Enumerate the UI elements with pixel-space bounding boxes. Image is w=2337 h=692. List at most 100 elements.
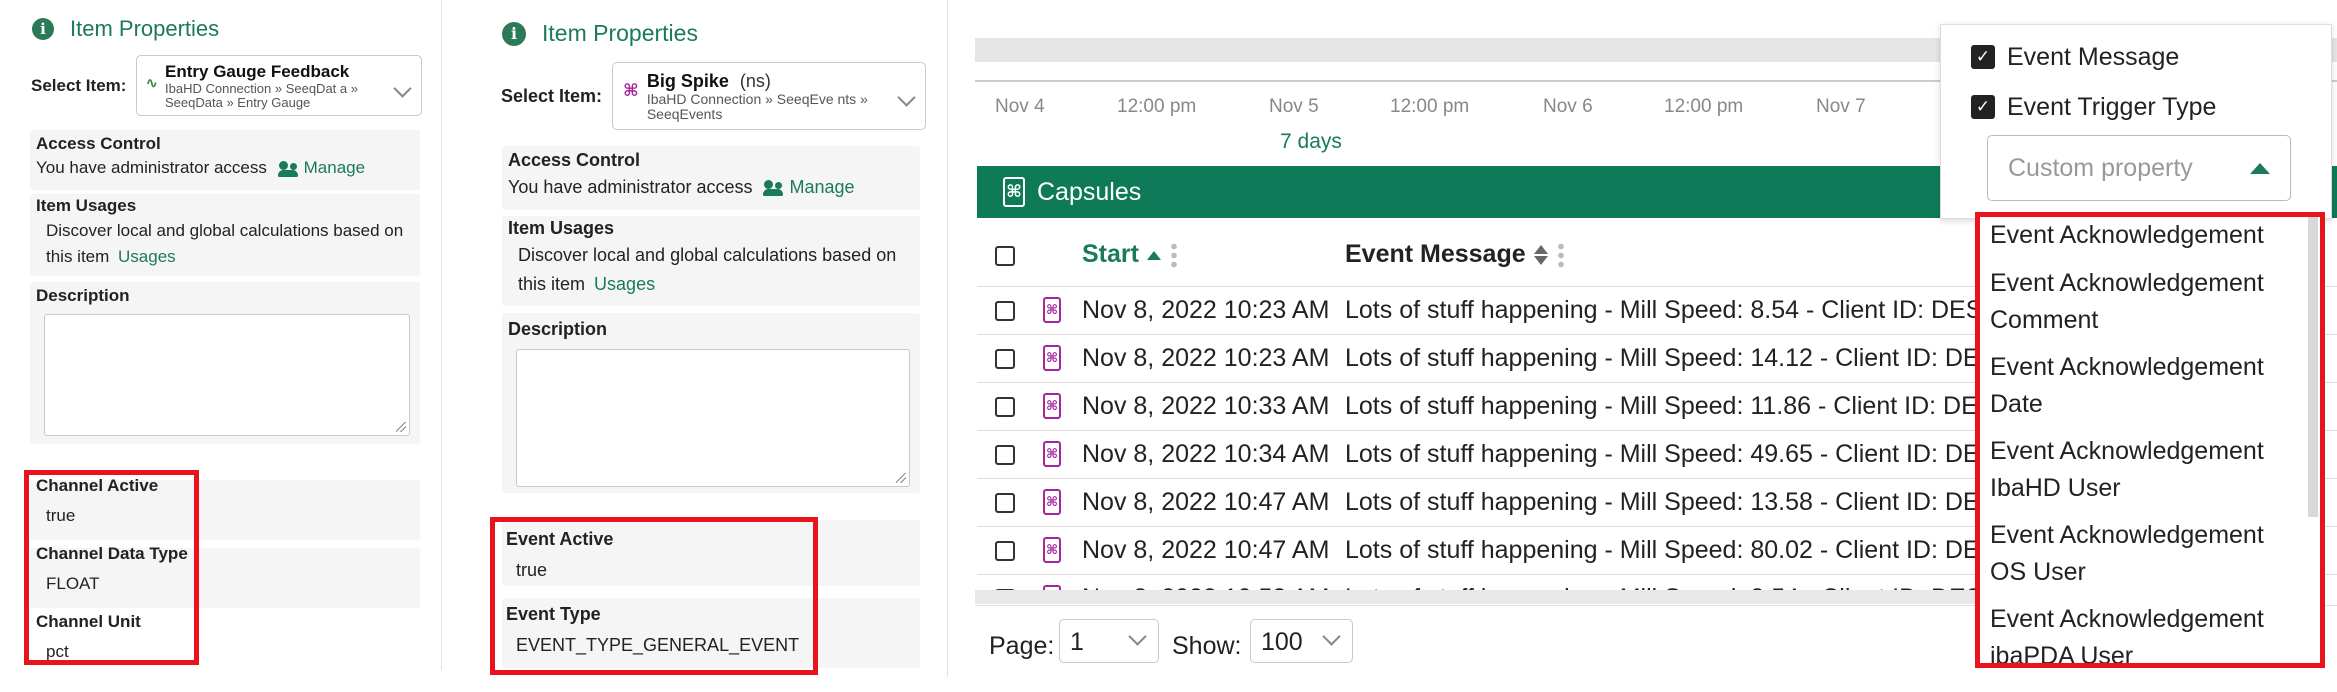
capsule-icon: ⌘ [1043, 345, 1061, 371]
column-menu-icon[interactable] [1170, 242, 1177, 269]
cell-event-message: Lots of stuff happening - Mill Speed: 13… [1345, 488, 2013, 516]
access-text: You have administrator access [36, 158, 267, 177]
cell-event-message: Lots of stuff happening - Mill Speed: 80… [1345, 536, 2013, 564]
sort-icon [1533, 244, 1548, 266]
cell-event-message: Lots of stuff happening - Mill Speed: 49… [1345, 440, 2013, 468]
panel-title: Item Properties [542, 20, 698, 46]
dropdown-option[interactable]: Event Acknowledgement ibaPDA User [1990, 601, 2305, 663]
select-item-row: Select Item: ∿ Entry Gauge Feedback IbaH… [31, 55, 423, 116]
dropdown-option[interactable]: Event Acknowledgement [1990, 217, 2305, 254]
capsules-icon: ⌘ [1003, 177, 1025, 207]
selected-item-title: Big Spike (ns) [647, 71, 877, 92]
selected-item-name: Entry Gauge Feedback [165, 62, 350, 81]
cell-event-message: Lots of stuff happening - Mill Speed: 11… [1345, 392, 2012, 420]
timeline-tick: 12:00 pm [1117, 96, 1197, 117]
description-textarea[interactable] [44, 314, 410, 436]
cell-start: Nov 8, 2022 10:34 AM [1082, 440, 1330, 468]
column-option-event-trigger-type[interactable]: ✓ Event Trigger Type [1971, 93, 2216, 121]
column-header-start[interactable]: Start [1082, 240, 1177, 269]
access-control-title: Access Control [508, 150, 641, 170]
select-all-checkbox[interactable] [995, 246, 1015, 266]
panel-header: i Item Properties [32, 16, 219, 42]
row-checkbox[interactable] [995, 349, 1015, 369]
caret-up-icon [2250, 163, 2270, 174]
chevron-down-icon [1128, 627, 1147, 646]
cell-event-message: Lots of stuff happening - Mill Speed: 14… [1345, 344, 2013, 372]
column-header-event-message[interactable]: Event Message [1345, 240, 1564, 269]
selected-item-name: Big Spike [646, 71, 729, 91]
description-title: Description [36, 286, 130, 305]
select-item-label: Select Item: [31, 75, 127, 95]
dropdown-option[interactable]: Event Acknowledgement OS User [1990, 517, 2305, 591]
selected-item-path: IbaHD Connection » SeeqEve nts » SeeqEve… [646, 91, 868, 122]
column-label: Event Message [1345, 240, 1526, 268]
item-usages-section: Item Usages Discover local and global ca… [502, 216, 920, 306]
access-control-title: Access Control [36, 134, 161, 153]
description-section: Description [30, 282, 420, 444]
row-checkbox[interactable] [995, 541, 1015, 561]
item-usages-text: Discover local and global calculations b… [518, 241, 914, 299]
usages-link[interactable]: Usages [118, 247, 176, 266]
users-icon [763, 180, 785, 197]
page-value: 1 [1070, 628, 1084, 656]
column-menu-icon[interactable] [1557, 242, 1564, 269]
item-usages-text: Discover local and global calculations b… [46, 218, 414, 270]
column-label: Start [1082, 240, 1139, 268]
cell-start: Nov 8, 2022 10:23 AM [1082, 344, 1330, 372]
cell-event-message: Lots of stuff happening - Mill Speed: 8.… [1345, 296, 2015, 324]
description-textarea[interactable] [516, 349, 910, 487]
chevron-down-icon [897, 88, 916, 107]
page-select[interactable]: 1 [1059, 619, 1159, 663]
cell-start: Nov 8, 2022 10:47 AM [1082, 536, 1330, 564]
horizontal-scrollbar[interactable] [975, 590, 1975, 604]
chevron-down-icon [1322, 627, 1341, 646]
checkbox-checked-icon[interactable]: ✓ [1971, 95, 1995, 119]
time-range-label[interactable]: 7 days [1280, 130, 1342, 154]
checkbox-checked-icon[interactable]: ✓ [1971, 45, 1995, 69]
item-properties-panel-1: i Item Properties Select Item: ∿ Entry G… [0, 0, 442, 670]
access-text: You have administrator access [508, 177, 753, 197]
custom-property-select[interactable]: Custom property [1987, 135, 2291, 201]
selected-item-path: IbaHD Connection » SeeqDat a » SeeqData … [165, 81, 358, 110]
select-item-label: Select Item: [501, 85, 603, 106]
capsule-icon: ⌘ [1043, 297, 1061, 323]
usages-text: Discover local and global calculations b… [518, 245, 897, 294]
show-select[interactable]: 100 [1250, 619, 1353, 663]
dropdown-option[interactable]: Event Acknowledgement Date [1990, 349, 2305, 423]
dropdown-scrollbar[interactable] [2308, 217, 2318, 517]
usages-text: Discover local and global calculations b… [46, 221, 404, 266]
select-item-row: Select Item: ⌘ Big Spike (ns) IbaHD Conn… [501, 62, 927, 130]
row-checkbox[interactable] [995, 493, 1015, 513]
capsule-icon: ⌘ [623, 81, 639, 101]
manage-link[interactable]: Manage [763, 177, 855, 197]
timeline-tick: Nov 5 [1269, 96, 1319, 117]
dropdown-option[interactable]: Event Acknowledgement Comment [1990, 265, 2305, 339]
resize-grip-icon[interactable] [396, 422, 406, 432]
resize-grip-icon[interactable] [896, 473, 906, 483]
users-icon [277, 160, 300, 177]
show-label: Show: [1172, 632, 1242, 660]
select-item-dropdown[interactable]: ⌘ Big Spike (ns) IbaHD Connection » Seeq… [612, 62, 927, 130]
signal-icon: ∿ [145, 74, 159, 92]
access-control-text: You have administrator access Manage [508, 177, 914, 198]
item-usages-section: Item Usages Discover local and global ca… [30, 194, 420, 276]
item-properties-panel-2: i Item Properties Select Item: ⌘ Big Spi… [470, 0, 948, 677]
manage-link[interactable]: Manage [277, 158, 365, 177]
capsule-icon: ⌘ [1043, 489, 1061, 515]
custom-property-dropdown-list: Event Acknowledgement Event Acknowledgem… [1975, 212, 2325, 668]
description-title: Description [508, 319, 608, 339]
item-usages-title: Item Usages [508, 218, 615, 238]
chevron-down-icon [393, 79, 413, 98]
capsule-icon: ⌘ [1043, 537, 1061, 563]
selected-item-suffix: (ns) [739, 71, 771, 91]
row-checkbox[interactable] [995, 301, 1015, 321]
row-checkbox[interactable] [995, 445, 1015, 465]
page-label: Page: [989, 632, 1055, 660]
timeline-tick: Nov 6 [1543, 96, 1593, 117]
dropdown-option[interactable]: Event Acknowledgement IbaHD User [1990, 433, 2305, 507]
usages-link[interactable]: Usages [594, 274, 655, 294]
row-checkbox[interactable] [995, 397, 1015, 417]
column-picker-popup: ✓ Event Message ✓ Event Trigger Type Cus… [1940, 24, 2332, 219]
select-item-dropdown[interactable]: ∿ Entry Gauge Feedback IbaHD Connection … [136, 55, 423, 116]
column-option-event-message[interactable]: ✓ Event Message [1971, 43, 2179, 71]
